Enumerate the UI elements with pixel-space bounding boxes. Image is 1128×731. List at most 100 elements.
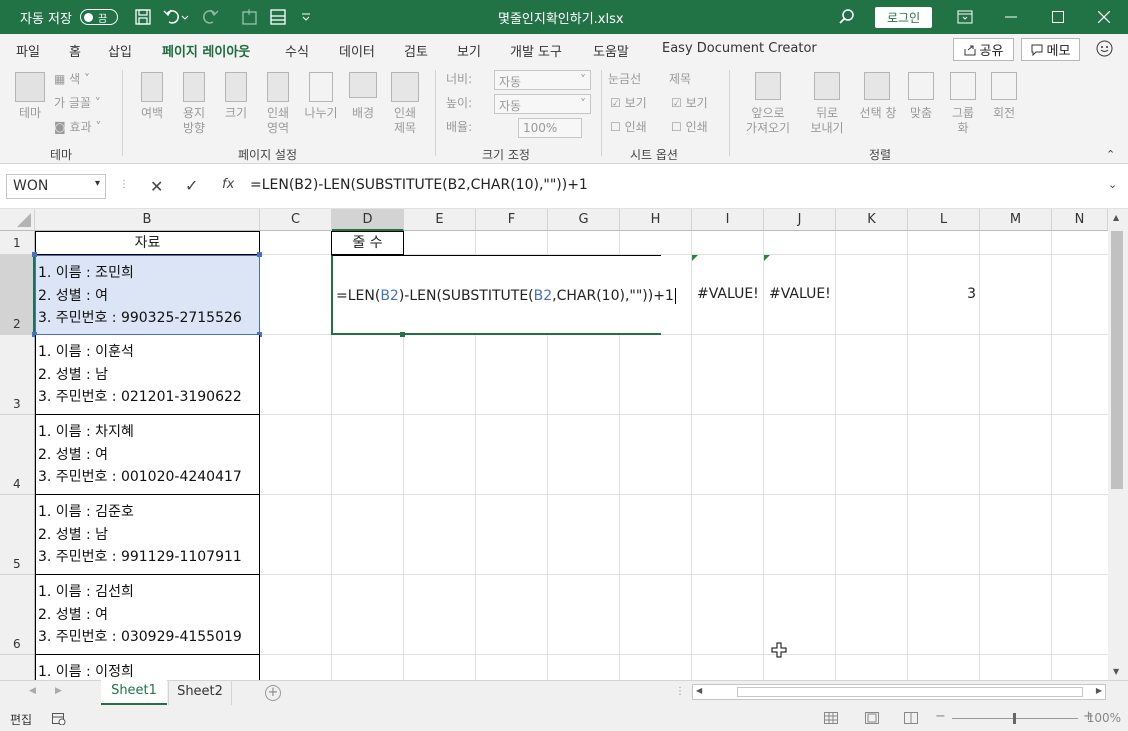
- theme-effects-button[interactable]: ◙ 효과 ˅: [54, 120, 101, 135]
- horizontal-scrollbar[interactable]: ◀ ▶: [692, 684, 1106, 700]
- scale-stepper[interactable]: 100%: [518, 118, 582, 138]
- login-button[interactable]: 로그인: [875, 6, 933, 28]
- row-header-7[interactable]: [0, 655, 35, 680]
- width-select[interactable]: 자동 ˅: [494, 70, 591, 90]
- headings-print-checkbox[interactable]: ☐ 인쇄: [671, 120, 708, 135]
- size-label[interactable]: 크기: [214, 106, 258, 121]
- column-header-k[interactable]: K: [836, 209, 908, 231]
- select-all-corner[interactable]: [0, 209, 35, 231]
- horizontal-scroll-thumb[interactable]: [737, 687, 1083, 697]
- vertical-scrollbar[interactable]: ▲ ▼: [1108, 209, 1128, 680]
- close-icon[interactable]: [1098, 0, 1110, 34]
- tab-home[interactable]: 홈: [69, 41, 81, 60]
- worksheet-grid[interactable]: B C D E F G H I J K L M N 1 2 3 4 5 6 자료…: [0, 209, 1108, 680]
- align-label[interactable]: 맞춤: [903, 106, 939, 121]
- next-sheet-icon[interactable]: ▶: [55, 686, 62, 696]
- background-label[interactable]: 배경: [341, 106, 385, 121]
- orientation-label[interactable]: 용지 방향: [172, 106, 216, 136]
- cell-b3[interactable]: 1. 이름 : 이훈석 2. 성별 : 남 3. 주민번호 : 021201-3…: [35, 335, 260, 415]
- tab-view[interactable]: 보기: [457, 41, 481, 60]
- autosave-control[interactable]: 자동 저장 끔: [20, 0, 118, 34]
- row-header-6[interactable]: 6: [0, 575, 35, 655]
- customize-qat-icon[interactable]: [301, 0, 311, 34]
- undo-icon[interactable]: [163, 0, 189, 34]
- zoom-slider[interactable]: [952, 713, 1078, 724]
- column-header-h[interactable]: H: [620, 209, 692, 231]
- tab-data[interactable]: 데이터: [339, 41, 375, 60]
- print-area-icon[interactable]: [267, 72, 289, 102]
- tab-insert[interactable]: 삽입: [108, 41, 132, 60]
- enter-icon[interactable]: ✓: [185, 176, 198, 195]
- normal-view-icon[interactable]: [824, 712, 838, 724]
- cell-i2[interactable]: #VALUE!: [697, 286, 759, 302]
- error-indicator-icon[interactable]: [764, 255, 770, 261]
- prev-sheet-icon[interactable]: ◀: [29, 686, 36, 696]
- tab-file[interactable]: 파일: [16, 41, 40, 60]
- rotate-label[interactable]: 회전: [986, 106, 1022, 121]
- comments-button[interactable]: 메모: [1021, 38, 1080, 61]
- theme-fonts-button[interactable]: 가 글꼴 ˅: [54, 96, 101, 111]
- column-header-g[interactable]: G: [548, 209, 620, 231]
- new-sheet-icon[interactable]: [241, 0, 259, 34]
- cell-d2-editor[interactable]: =LEN(B2)-LEN(SUBSTITUTE(B2,CHAR(10),""))…: [331, 255, 676, 335]
- send-backward-label[interactable]: 뒤로 보내기: [798, 106, 856, 136]
- column-header-f[interactable]: F: [476, 209, 548, 231]
- gridlines-view-checkbox[interactable]: ☑ 보기: [610, 96, 647, 111]
- fill-handle[interactable]: [400, 332, 405, 337]
- scroll-left-icon[interactable]: ◀: [696, 686, 702, 695]
- cell-b2[interactable]: 1. 이름 : 조민희 2. 성별 : 여 3. 주민번호 : 990325-2…: [35, 255, 260, 335]
- row-header-4[interactable]: 4: [0, 415, 35, 495]
- redo-icon[interactable]: [201, 0, 227, 34]
- column-header-i[interactable]: I: [692, 209, 764, 231]
- send-backward-icon[interactable]: [814, 72, 840, 100]
- cell-b5[interactable]: 1. 이름 : 김준호 2. 성별 : 남 3. 주민번호 : 991129-1…: [35, 495, 260, 575]
- range-handle[interactable]: [257, 252, 262, 257]
- tab-formulas[interactable]: 수식: [285, 41, 309, 60]
- formula-input[interactable]: =LEN(B2)-LEN(SUBSTITUTE(B2,CHAR(10),""))…: [250, 177, 1100, 193]
- scroll-right-icon[interactable]: ▶: [1096, 686, 1102, 695]
- search-icon[interactable]: [838, 0, 856, 34]
- collapse-ribbon-icon[interactable]: ⌃: [1106, 148, 1115, 161]
- save-icon[interactable]: [134, 0, 152, 34]
- row-header-3[interactable]: 3: [0, 335, 35, 415]
- tab-splitter-icon[interactable]: ⋮: [675, 686, 685, 697]
- zoom-out-icon[interactable]: −: [935, 709, 946, 724]
- error-indicator-icon[interactable]: [692, 255, 698, 261]
- scroll-down-icon[interactable]: ▼: [1113, 667, 1119, 676]
- expand-formula-bar-icon[interactable]: ⌄: [1108, 178, 1117, 191]
- tab-easy-document-creator[interactable]: Easy Document Creator: [662, 41, 817, 56]
- row-header-2[interactable]: 2: [0, 255, 35, 335]
- gridlines-print-checkbox[interactable]: ☐ 인쇄: [610, 120, 647, 135]
- column-header-m[interactable]: M: [980, 209, 1052, 231]
- theme-colors-button[interactable]: ▦ 색 ˅: [54, 72, 90, 87]
- column-header-l[interactable]: L: [908, 209, 980, 231]
- group-label[interactable]: 그룹 화: [945, 106, 981, 136]
- themes-icon[interactable]: [15, 72, 45, 102]
- cell-l2[interactable]: 3: [908, 286, 976, 302]
- sheet-tab-sheet1[interactable]: Sheet1: [101, 680, 167, 705]
- form-icon[interactable]: [269, 0, 287, 34]
- selection-pane-label[interactable]: 선택 창: [853, 106, 903, 121]
- name-box[interactable]: WON ▾: [6, 174, 106, 199]
- add-sheet-icon[interactable]: +: [265, 685, 281, 701]
- row-header-5[interactable]: 5: [0, 495, 35, 575]
- headings-view-checkbox[interactable]: ☑ 보기: [671, 96, 708, 111]
- margins-label[interactable]: 여백: [131, 106, 173, 121]
- sheet-tab-sheet2[interactable]: Sheet2: [168, 681, 232, 705]
- maximize-icon[interactable]: [1052, 0, 1064, 34]
- range-handle[interactable]: [32, 252, 37, 257]
- themes-label[interactable]: 테마: [12, 106, 48, 121]
- tab-review[interactable]: 검토: [404, 41, 428, 60]
- feedback-smiley-icon[interactable]: [1096, 40, 1113, 61]
- page-layout-view-icon[interactable]: [865, 712, 879, 724]
- align-icon[interactable]: [908, 72, 934, 100]
- page-break-view-icon[interactable]: [904, 712, 918, 724]
- cell-b1[interactable]: 자료: [35, 231, 260, 255]
- minimize-icon[interactable]: [1005, 0, 1017, 34]
- zoom-level[interactable]: 100%: [1077, 711, 1121, 725]
- column-header-e[interactable]: E: [404, 209, 476, 231]
- selection-pane-icon[interactable]: [864, 72, 890, 100]
- tab-help[interactable]: 도움말: [593, 41, 629, 60]
- scroll-up-icon[interactable]: ▲: [1113, 213, 1119, 222]
- height-select[interactable]: 자동 ˅: [494, 94, 591, 114]
